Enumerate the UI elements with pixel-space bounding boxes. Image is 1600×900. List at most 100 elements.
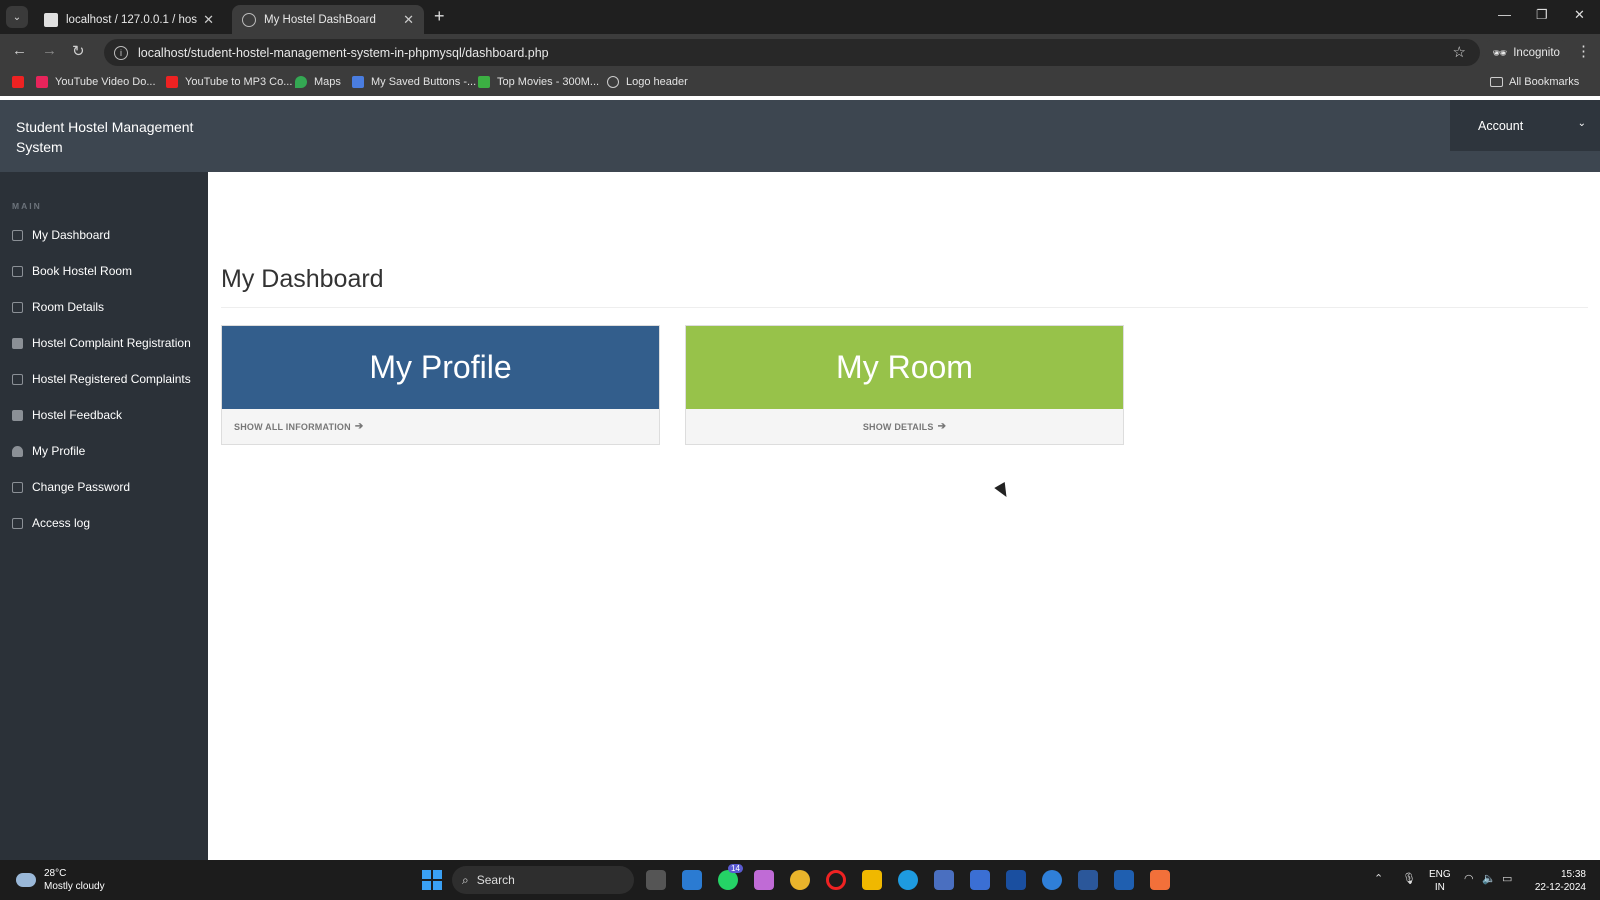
all-bookmarks[interactable]: All Bookmarks [1490,76,1579,88]
new-tab-button[interactable]: + [434,6,445,27]
xampp-icon[interactable] [1150,870,1170,890]
incognito-indicator[interactable]: 🕶 Incognito [1482,39,1570,66]
taskbar: 28°C Mostly cloudy ⌕ Search 14 ⌃ 🎙 ENG I… [0,860,1600,900]
bookmark-label: YouTube to MP3 Co... [185,76,293,88]
site-info-icon[interactable]: i [114,45,128,60]
clock[interactable]: 15:38 22-12-2024 [1530,868,1586,894]
sidebar-item-label: Room Details [32,300,105,314]
address-bar[interactable]: i localhost/student-hostel-management-sy… [104,39,1480,66]
tab-phpmyadmin[interactable]: localhost / 127.0.0.1 / hostel | p ✕ [34,5,224,34]
bookmark-saved-buttons[interactable]: My Saved Buttons -... [352,76,476,88]
microphone-icon[interactable]: 🎙 [1402,872,1416,885]
task-view-icon[interactable] [646,870,666,890]
movies-icon [478,76,490,88]
chevron-up-icon[interactable]: ⌃ [1374,872,1383,885]
wifi-icon[interactable]: ◠ [1464,872,1474,885]
language-indicator[interactable]: ENG IN [1429,868,1451,894]
card-title: My Profile [222,326,659,409]
bookmark-logo-header[interactable]: Logo header [607,76,688,88]
all-bookmarks-label: All Bookmarks [1509,76,1580,88]
my-profile-card[interactable]: My Profile SHOW ALL INFORMATION ➔ [221,325,660,445]
bookmark-youtube-video[interactable] [12,76,31,88]
cloud-icon [16,873,36,887]
back-arrow-icon[interactable]: ← [12,42,27,59]
sidebar-item-room-details[interactable]: Room Details [12,296,208,318]
arrow-right-icon: ➔ [354,421,364,432]
restore-icon[interactable]: ❐ [1536,7,1548,23]
app-icon[interactable] [1042,870,1062,890]
search-label: Search [476,873,515,887]
globe-icon [242,12,256,27]
sidebar-section-label: MAIN [12,201,42,211]
browser-menu-icon[interactable]: ⋮ [1576,42,1591,60]
maps-icon [295,76,307,88]
terminal-icon[interactable] [1114,870,1134,890]
show-all-information-link[interactable]: SHOW ALL INFORMATION ➔ [222,409,659,444]
sidebar-item-access-log[interactable]: Access log [12,512,208,534]
files-icon [12,373,23,385]
app-brand[interactable]: Student Hostel Management System [16,117,206,157]
remote-desktop-icon[interactable] [970,870,990,890]
my-room-card[interactable]: My Room SHOW DETAILS ➔ [685,325,1124,445]
card-link-label: SHOW ALL INFORMATION [234,421,351,432]
microsoft-store-icon[interactable] [934,870,954,890]
sidebar-item-complaint-registration[interactable]: Hostel Complaint Registration [12,332,208,354]
taskbar-search[interactable]: ⌕ Search [452,866,634,894]
arrow-right-icon: ➔ [937,421,947,432]
copilot-icon[interactable] [754,870,774,890]
bookmark-label: Top Movies - 300M... [497,76,600,88]
windows-start-icon[interactable] [422,870,442,890]
whatsapp-icon[interactable]: 14 [718,864,743,890]
card-title: My Room [686,326,1123,409]
volume-icon[interactable]: 🔈 [1482,872,1496,885]
bookmark-youtube-video-do[interactable]: YouTube Video Do... [36,76,156,88]
bookmark-label: Maps [314,76,341,88]
file-text-icon [12,337,23,349]
date: 22-12-2024 [1534,882,1586,893]
bookmark-top-movies[interactable]: Top Movies - 300M... [478,76,599,88]
teams-icon[interactable] [1006,870,1026,890]
files-icon [12,481,23,493]
sidebar-item-my-dashboard[interactable]: My Dashboard [12,224,208,246]
buttons-icon [352,76,364,88]
reload-icon[interactable]: ↻ [72,42,85,60]
bookmark-maps[interactable]: Maps [295,76,341,88]
app-header [0,100,1600,172]
bookmark-label: YouTube Video Do... [55,76,156,88]
tab-dashboard[interactable]: My Hostel DashBoard ✕ [232,5,424,34]
chrome-icon[interactable] [790,870,810,890]
sidebar-item-my-profile[interactable]: My Profile [12,440,208,462]
sidebar-item-book-hostel-room[interactable]: Book Hostel Room [12,260,208,282]
edge-icon[interactable] [898,870,918,890]
bookmark-youtube-mp3[interactable]: YouTube to MP3 Co... [166,76,292,88]
opera-icon[interactable] [826,870,846,890]
bookmark-label: Logo header [626,76,688,88]
window-close-icon[interactable]: ✕ [1574,7,1585,23]
account-dropdown[interactable]: Account ⌄ [1450,100,1600,151]
file-icon [12,301,23,313]
card-link-label: SHOW DETAILS [862,421,934,432]
lang-line2: IN [1434,882,1445,893]
file-explorer-icon[interactable] [862,870,882,890]
tab-title: My Hostel DashBoard [264,13,376,26]
sidebar-item-change-password[interactable]: Change Password [12,476,208,498]
sidebar-item-hostel-feedback[interactable]: Hostel Feedback [12,404,208,426]
file-icon [12,517,23,529]
word-icon[interactable] [1078,870,1098,890]
forward-arrow-icon[interactable]: → [42,42,57,59]
show-details-link[interactable]: SHOW DETAILS ➔ [686,409,1123,444]
close-tab-icon[interactable]: ✕ [403,12,414,28]
close-tab-icon[interactable]: ✕ [203,12,214,28]
sidebar-item-registered-complaints[interactable]: Hostel Registered Complaints [12,368,208,390]
youtube-icon [12,76,24,88]
vscode-icon[interactable] [682,870,702,890]
bookmark-star-icon[interactable]: ☆ [1453,43,1466,61]
tab-search-button[interactable]: ⌄ [6,6,28,28]
notification-badge: 14 [728,864,743,873]
minimize-icon[interactable]: — [1498,7,1511,22]
sidebar-item-label: Book Hostel Room [32,264,133,278]
battery-icon[interactable]: ▭ [1502,872,1512,885]
weather-widget[interactable]: 28°C Mostly cloudy [16,867,105,893]
sidebar-item-label: Access log [32,516,91,530]
user-icon [12,445,23,457]
